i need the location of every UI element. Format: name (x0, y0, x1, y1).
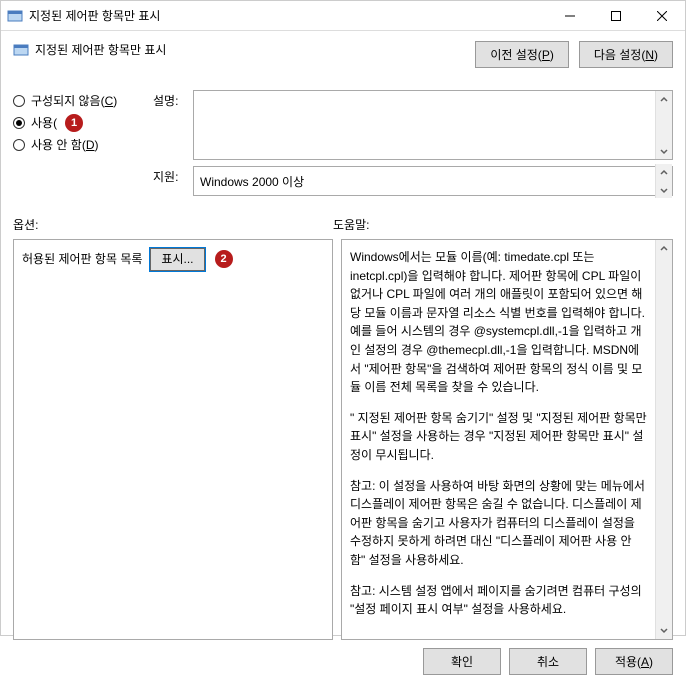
scroll-up-icon[interactable] (656, 240, 672, 257)
show-list-button[interactable]: 표시... (150, 248, 204, 271)
scroll-up-icon[interactable] (656, 164, 672, 181)
scrollbar[interactable] (655, 91, 672, 159)
help-pane: Windows에서는 모듈 이름(예: timedate.cpl 또는 inet… (341, 239, 673, 640)
panes-row: 허용된 제어판 항목 목록 표시... 2 Windows에서는 모듈 이름(예… (13, 239, 673, 640)
panes-label-row: 옵션: 도움말: (13, 216, 673, 233)
radio-disabled[interactable]: 사용 안 함(D) (13, 134, 143, 156)
scroll-track[interactable] (656, 257, 672, 622)
description-field[interactable] (193, 90, 673, 160)
description-row: 설명: (153, 90, 673, 160)
allowed-items-row: 허용된 제어판 항목 목록 표시... 2 (22, 248, 324, 271)
radio-icon-checked (13, 117, 25, 129)
header-nav: 이전 설정(P) 다음 설정(N) (475, 41, 673, 68)
options-pane: 허용된 제어판 항목 목록 표시... 2 (13, 239, 333, 640)
titlebar: 지정된 제어판 항목만 표시 (1, 1, 685, 31)
radio-group: 구성되지 않음(C) 사용( 1 사용 안 함(D) (13, 90, 143, 156)
support-field: Windows 2000 이상 (193, 166, 673, 196)
scroll-track[interactable] (656, 108, 672, 142)
description-text (194, 91, 655, 159)
dialog-buttons: 확인 취소 적용(A) (13, 648, 673, 675)
scroll-up-icon[interactable] (656, 91, 672, 108)
radio-not-configured[interactable]: 구성되지 않음(C) (13, 90, 143, 112)
radio-enabled[interactable]: 사용( 1 (13, 112, 143, 134)
config-row: 구성되지 않음(C) 사용( 1 사용 안 함(D) 설명: (13, 90, 673, 196)
maximize-button[interactable] (593, 1, 639, 31)
app-icon (7, 8, 23, 24)
support-text: Windows 2000 이상 (194, 171, 655, 192)
minimize-button[interactable] (547, 1, 593, 31)
help-label: 도움말: (333, 216, 369, 233)
scroll-down-icon[interactable] (656, 181, 672, 198)
next-setting-button[interactable]: 다음 설정(N) (579, 41, 673, 68)
apply-button[interactable]: 적용(A) (595, 648, 673, 675)
close-button[interactable] (639, 1, 685, 31)
info-column: 설명: 지원: Windows 2000 이상 (153, 90, 673, 196)
help-paragraph: Windows에서는 모듈 이름(예: timedate.cpl 또는 inet… (350, 248, 647, 397)
window-title: 지정된 제어판 항목만 표시 (29, 7, 547, 24)
radio-label: 사용 안 함(D) (31, 134, 99, 156)
annotation-badge-1: 1 (65, 114, 83, 132)
options-body: 허용된 제어판 항목 목록 표시... 2 (14, 240, 332, 639)
radio-label: 사용( (31, 112, 57, 134)
cancel-button[interactable]: 취소 (509, 648, 587, 675)
help-paragraph: 참고: 이 설정을 사용하여 바탕 화면의 상황에 맞는 메뉴에서 디스플레이 … (350, 477, 647, 570)
scroll-down-icon[interactable] (656, 622, 672, 639)
header-left: 지정된 제어판 항목만 표시 (13, 41, 166, 58)
annotation-badge-2: 2 (215, 250, 233, 268)
scroll-down-icon[interactable] (656, 142, 672, 159)
radio-icon (13, 95, 25, 107)
policy-title: 지정된 제어판 항목만 표시 (35, 41, 166, 58)
help-paragraph: " 지정된 제어판 항목 숨기기" 설정 및 "지정된 제어판 항목만 표시" … (350, 409, 647, 465)
description-label: 설명: (153, 90, 185, 160)
dialog-window: 지정된 제어판 항목만 표시 지정된 제어판 항목만 표시 이전 설정(P) 다… (0, 0, 686, 636)
support-row: 지원: Windows 2000 이상 (153, 166, 673, 196)
support-label: 지원: (153, 166, 185, 196)
dialog-content: 지정된 제어판 항목만 표시 이전 설정(P) 다음 설정(N) 구성되지 않음… (1, 31, 685, 683)
help-body: Windows에서는 모듈 이름(예: timedate.cpl 또는 inet… (342, 240, 655, 639)
help-paragraph: 참고: 시스템 설정 앱에서 페이지를 숨기려면 컴퓨터 구성의 "설정 페이지… (350, 582, 647, 619)
policy-icon (13, 42, 29, 58)
ok-button[interactable]: 확인 (423, 648, 501, 675)
header-row: 지정된 제어판 항목만 표시 이전 설정(P) 다음 설정(N) (13, 41, 673, 68)
radio-icon (13, 139, 25, 151)
allowed-items-label: 허용된 제어판 항목 목록 (22, 250, 142, 269)
options-label: 옵션: (13, 216, 333, 233)
scrollbar[interactable] (655, 240, 672, 639)
prev-setting-button[interactable]: 이전 설정(P) (475, 41, 569, 68)
radio-label: 구성되지 않음(C) (31, 90, 117, 112)
scrollbar[interactable] (655, 164, 672, 198)
